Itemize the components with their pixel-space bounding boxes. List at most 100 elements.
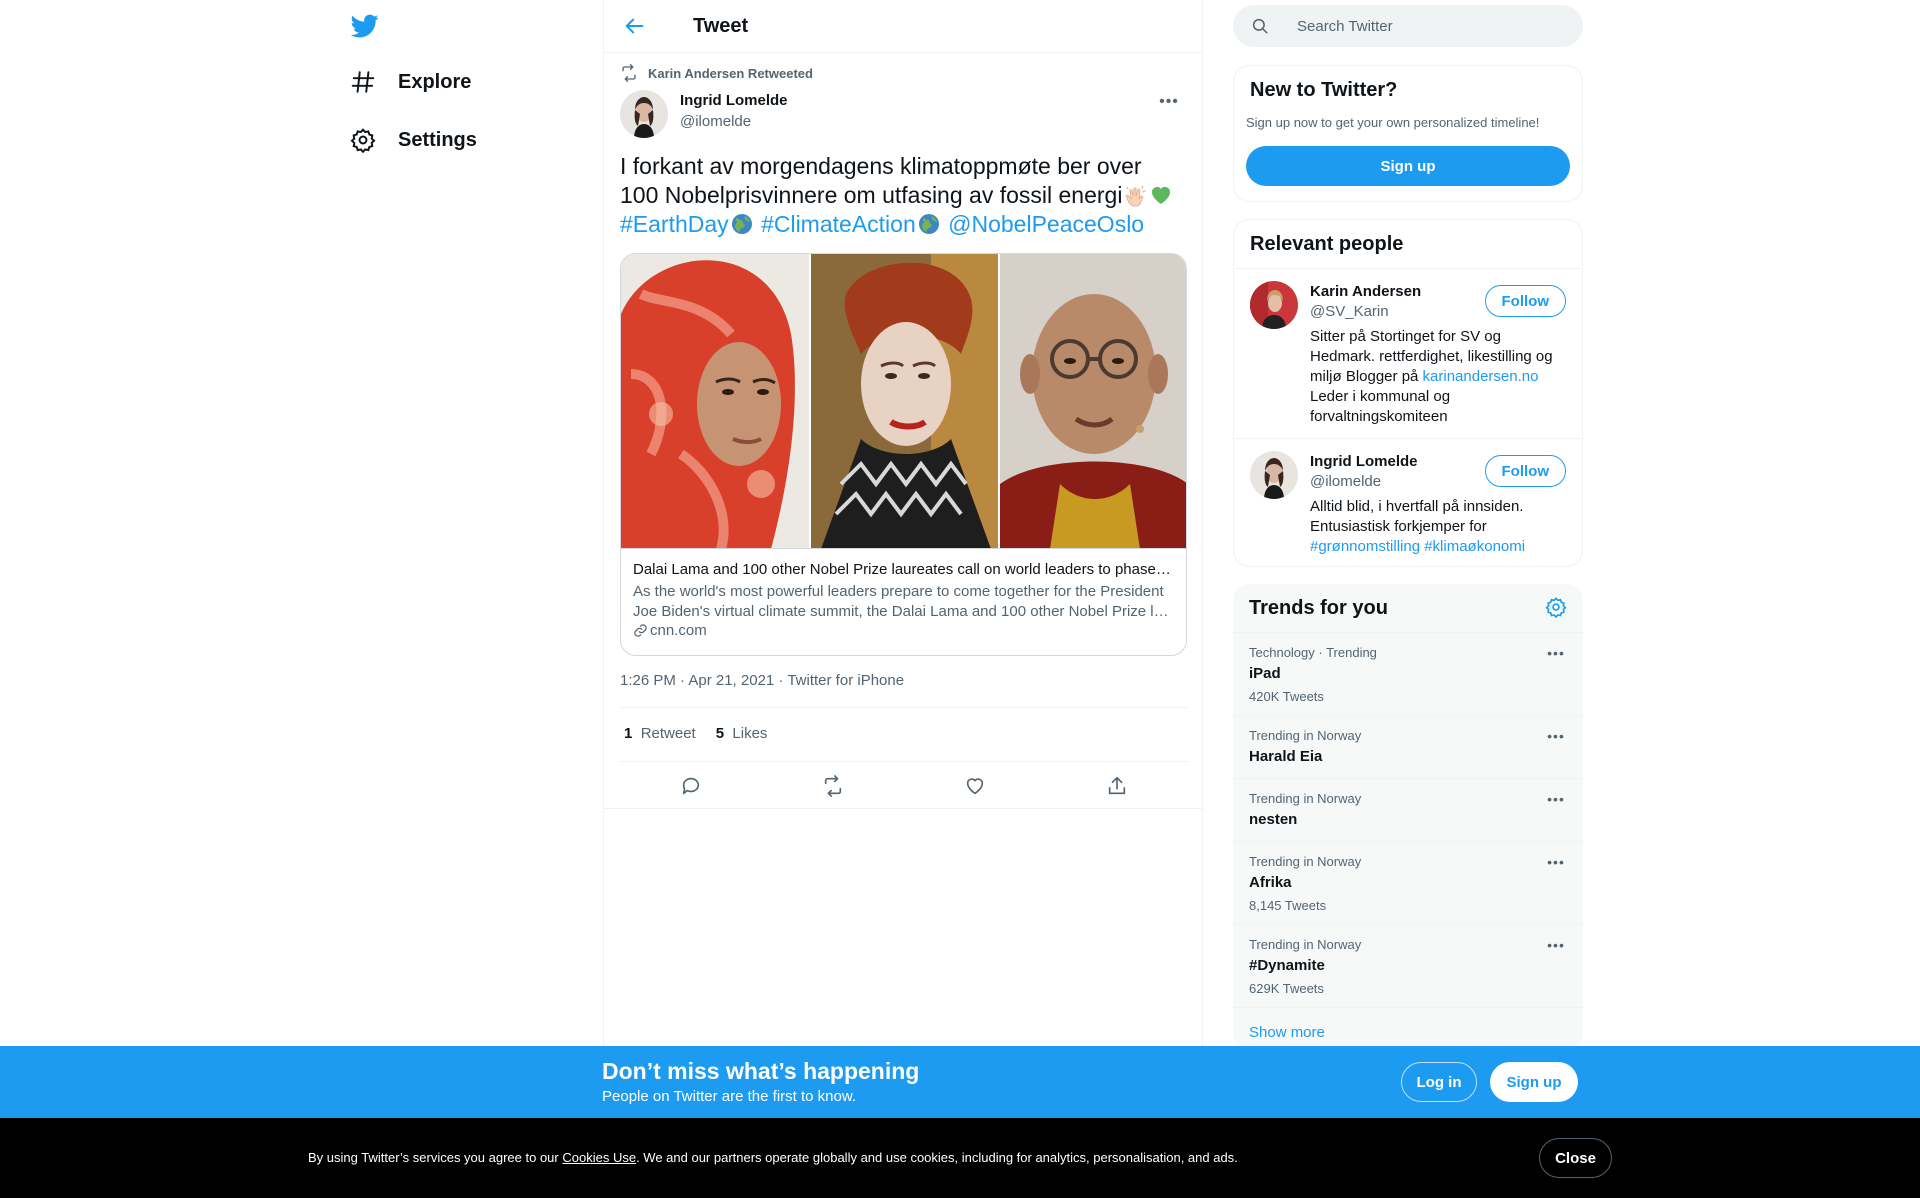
tweet-actions xyxy=(620,765,1188,807)
trend-more-button[interactable]: ••• xyxy=(1543,935,1569,955)
person-bio-hashtags[interactable]: #grønnomstilling #klimaøkonomi xyxy=(1310,538,1525,555)
share-icon[interactable] xyxy=(1106,775,1128,797)
like-label: Likes xyxy=(732,725,768,742)
cookie-text: By using Twitter’s services you agree to… xyxy=(308,1150,1238,1165)
author-handle[interactable]: @ilomelde xyxy=(680,113,788,130)
more-options-button[interactable]: ••• xyxy=(1152,90,1186,114)
meta-separator: · xyxy=(778,672,788,689)
person-bio: Alltid blid, i hvertfall på innsiden. En… xyxy=(1310,497,1570,557)
like-heart-icon[interactable] xyxy=(964,775,986,797)
person-avatar[interactable] xyxy=(1250,451,1298,499)
trend-item[interactable]: Trending in Norway nesten ••• xyxy=(1233,778,1583,841)
person-avatar[interactable] xyxy=(1250,281,1298,329)
cookie-close-button[interactable]: Close xyxy=(1539,1138,1612,1178)
card-description-line2: Joe Biden's virtual climate summit, the … xyxy=(633,603,1174,620)
trend-more-button[interactable]: ••• xyxy=(1543,643,1569,663)
author-avatar[interactable] xyxy=(620,90,668,138)
trend-item[interactable]: Trending in Norway Afrika 8,145 Tweets •… xyxy=(1233,841,1583,924)
cookie-bar: By using Twitter’s services you agree to… xyxy=(0,1118,1920,1198)
author-name[interactable]: Ingrid Lomelde xyxy=(680,92,788,109)
follow-button[interactable]: Follow xyxy=(1484,455,1566,487)
signup-button[interactable]: Sign up xyxy=(1246,146,1570,186)
globe-icon xyxy=(918,214,939,234)
clapping-hands-icon xyxy=(1125,185,1146,207)
hashtag-icon xyxy=(351,71,375,93)
nav-explore[interactable]: Explore xyxy=(350,62,471,102)
cookie-text-after: . We and our partners operate globally a… xyxy=(636,1150,1238,1165)
cookies-use-link[interactable]: Cookies Use xyxy=(562,1150,636,1165)
person-handle[interactable]: @ilomelde xyxy=(1310,473,1381,490)
tweet-text-line1: I forkant av morgendagens klimatoppmøte … xyxy=(620,153,1142,179)
reply-icon[interactable] xyxy=(680,775,702,797)
person-name[interactable]: Karin Andersen xyxy=(1310,283,1421,300)
banner-title: Don’t miss what’s happening xyxy=(602,1058,920,1084)
tweet-stats: 1 Retweet 5 Likes xyxy=(624,725,767,742)
trend-context: Trending in Norway xyxy=(1249,937,1362,952)
twitter-logo-icon[interactable] xyxy=(350,12,380,40)
main-header: Tweet xyxy=(604,0,1202,53)
person-handle[interactable]: @SV_Karin xyxy=(1310,303,1389,320)
tweet-source[interactable]: Twitter for iPhone xyxy=(787,672,904,689)
person-ingrid-lomelde[interactable]: Ingrid Lomelde @ilomelde Follow Alltid b… xyxy=(1234,439,1582,567)
trend-context: Trending in Norway xyxy=(1249,791,1362,806)
person-karin-andersen[interactable]: Karin Andersen @SV_Karin Follow Sitter p… xyxy=(1234,269,1582,438)
back-arrow-icon[interactable] xyxy=(624,15,646,37)
link-card[interactable]: Dalai Lama and 100 other Nobel Prize lau… xyxy=(620,253,1187,656)
nav-settings-label: Settings xyxy=(398,128,477,151)
trend-name: Harald Eia xyxy=(1249,748,1323,765)
follow-button[interactable]: Follow xyxy=(1484,285,1566,317)
person-name[interactable]: Ingrid Lomelde xyxy=(1310,453,1418,470)
person-bio-link[interactable]: karinandersen.no xyxy=(1423,368,1539,385)
person-bio-text: Alltid blid, i hvertfall på innsiden. En… xyxy=(1310,498,1524,535)
main-column: Tweet Karin Andersen Retweeted Ingrid Lo… xyxy=(603,0,1203,1198)
banner-signup-button[interactable]: Sign up xyxy=(1490,1062,1578,1102)
trend-name: iPad xyxy=(1249,665,1281,682)
retweeted-by-label[interactable]: Karin Andersen Retweeted xyxy=(648,66,813,81)
card-domain-label: cnn.com xyxy=(650,622,707,639)
trend-context: Trending in Norway xyxy=(1249,854,1362,869)
mention-nobelpeaceoslo-link[interactable]: @NobelPeaceOslo xyxy=(948,211,1144,237)
signup-banner: Don’t miss what’s happening People on Tw… xyxy=(0,1046,1920,1118)
trend-context: Trending in Norway xyxy=(1249,728,1362,743)
relevant-people-title: Relevant people xyxy=(1250,233,1404,255)
card-image xyxy=(621,254,1186,549)
trends-title: Trends for you xyxy=(1249,597,1388,619)
trend-more-button[interactable]: ••• xyxy=(1543,852,1569,872)
trend-more-button[interactable]: ••• xyxy=(1543,789,1569,809)
trend-item[interactable]: Trending in Norway Harald Eia ••• xyxy=(1233,715,1583,778)
relevant-people-box: Relevant people Karin Andersen @SV_Karin… xyxy=(1233,219,1583,567)
gear-icon xyxy=(350,128,376,153)
trends-settings-gear-icon[interactable] xyxy=(1545,596,1567,618)
hashtag-climateaction-link[interactable]: #ClimateAction xyxy=(761,211,916,237)
trend-item[interactable]: Trending in Norway #Dynamite 629K Tweets… xyxy=(1233,924,1583,1007)
person-bio: Sitter på Stortinget for SV og Hedmark. … xyxy=(1310,327,1570,427)
retweet-icon[interactable] xyxy=(822,775,844,797)
trend-more-button[interactable]: ••• xyxy=(1543,726,1569,746)
nav-settings[interactable]: Settings xyxy=(350,120,477,160)
like-count: 5 xyxy=(715,725,725,742)
trend-count: 629K Tweets xyxy=(1249,981,1324,996)
tweet-timestamp[interactable]: 1:26 PM · Apr 21, 2021 xyxy=(620,672,774,689)
hashtag-earthday-link[interactable]: #EarthDay xyxy=(620,211,729,237)
search-input[interactable] xyxy=(1297,17,1557,35)
link-icon xyxy=(634,624,647,637)
retweet-icon xyxy=(622,64,636,82)
retweet-label: Retweet xyxy=(640,725,696,742)
card-description-line1: As the world's most powerful leaders pre… xyxy=(633,583,1164,600)
new-to-twitter-subtitle: Sign up now to get your own personalized… xyxy=(1246,115,1540,130)
green-heart-icon xyxy=(1152,187,1171,204)
likes-stat[interactable]: 5 Likes xyxy=(716,725,768,742)
new-to-twitter-title: New to Twitter? xyxy=(1250,79,1398,101)
trend-context: Technology · Trending xyxy=(1249,645,1377,660)
login-button[interactable]: Log in xyxy=(1401,1062,1477,1102)
search-bar[interactable] xyxy=(1233,5,1583,47)
banner-subtitle: People on Twitter are the first to know. xyxy=(602,1088,857,1105)
tweet-author[interactable]: Ingrid Lomelde @ilomelde xyxy=(620,90,788,138)
divider xyxy=(604,808,1202,809)
retweets-stat[interactable]: 1 Retweet xyxy=(624,725,696,742)
trend-item[interactable]: Technology · Trending iPad 420K Tweets •… xyxy=(1233,632,1583,715)
divider xyxy=(620,761,1188,762)
card-title: Dalai Lama and 100 other Nobel Prize lau… xyxy=(633,561,1174,578)
globe-icon xyxy=(731,214,752,234)
show-more-link[interactable]: Show more xyxy=(1249,1024,1325,1041)
